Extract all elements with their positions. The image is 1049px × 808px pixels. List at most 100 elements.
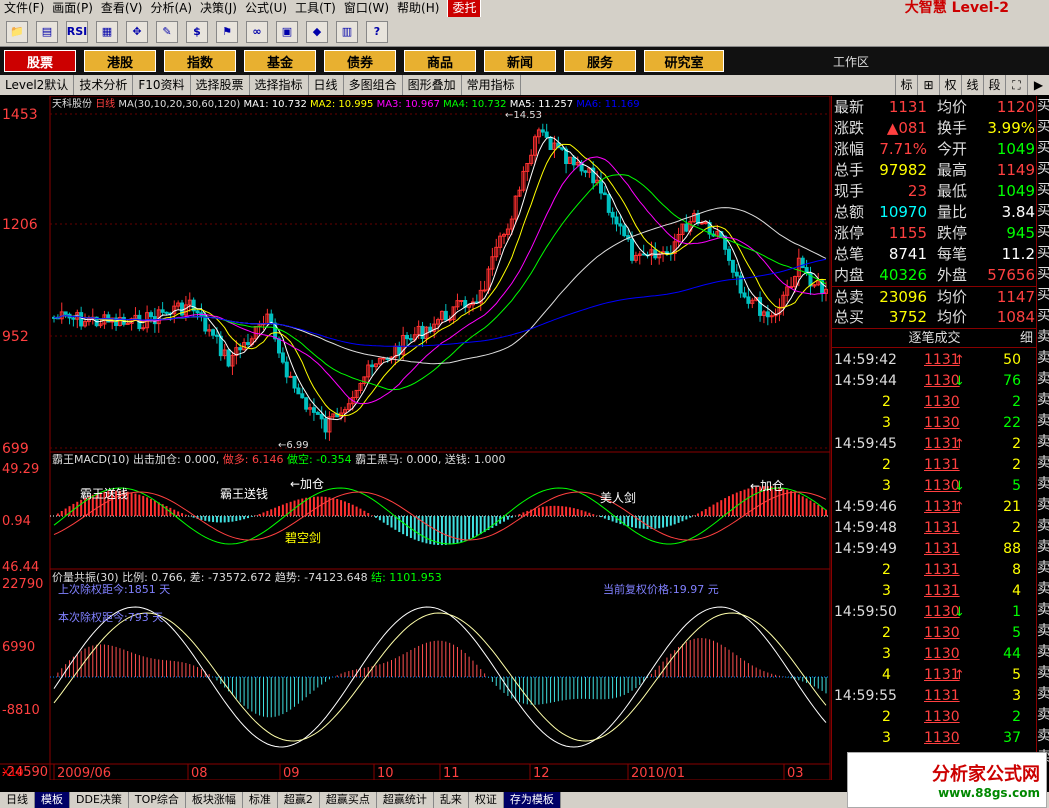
open-icon[interactable]: 📁 bbox=[6, 20, 28, 43]
dollar-icon[interactable]: $ bbox=[186, 20, 208, 43]
nav-button[interactable]: 商品 bbox=[404, 50, 476, 72]
calc-icon[interactable]: ▣ bbox=[276, 20, 298, 43]
tab-item[interactable]: 选择指标 bbox=[250, 75, 309, 95]
tab-item[interactable]: 技术分析 bbox=[74, 75, 134, 95]
menu-item[interactable]: 文件(F) bbox=[0, 0, 48, 17]
chart-icon[interactable]: ▤ bbox=[36, 20, 58, 43]
bottom-tab[interactable]: 板块涨幅 bbox=[186, 792, 243, 808]
bottom-tab[interactable]: 权证 bbox=[469, 792, 504, 808]
binoculars-icon[interactable]: ∞ bbox=[246, 20, 268, 43]
nav-button[interactable]: 服务 bbox=[564, 50, 636, 72]
tab-item[interactable]: 常用指标 bbox=[462, 75, 521, 95]
tick-time: 2 bbox=[882, 394, 891, 410]
side-cell: 卖 bbox=[1037, 663, 1049, 684]
bottom-tab[interactable]: DDE决策 bbox=[70, 792, 129, 808]
candle-body bbox=[622, 225, 627, 237]
candle-body bbox=[443, 310, 448, 321]
menu-bar: 文件(F) 画面(P) 查看(V) 分析(A) 决策(J) 公式(U) 工具(T) 窗口(W)… bbox=[0, 0, 1049, 18]
nav-button[interactable]: 指数 bbox=[164, 50, 236, 72]
flag-icon[interactable]: ⚑ bbox=[216, 20, 238, 43]
menu-item[interactable]: 画面(P) bbox=[48, 0, 97, 17]
side-cell: 卖 bbox=[1037, 642, 1049, 663]
right-tab[interactable]: ⛶ bbox=[1005, 75, 1027, 95]
move-icon[interactable]: ✥ bbox=[126, 20, 148, 43]
quote-value: 945 bbox=[1006, 224, 1035, 242]
tab-item[interactable]: 图形叠加 bbox=[403, 75, 462, 95]
help-icon[interactable]: ? bbox=[366, 20, 388, 43]
tab-item[interactable]: Level2默认 bbox=[0, 75, 75, 95]
macd-tick: 0.94 bbox=[2, 514, 31, 529]
bottom-tab[interactable]: 模板 bbox=[35, 792, 70, 808]
side-cell: 买 bbox=[1037, 306, 1049, 327]
right-tab[interactable]: 权 bbox=[939, 75, 961, 95]
menu-item[interactable]: 决策(J) bbox=[196, 0, 241, 17]
side-cell: 卖 bbox=[1037, 453, 1049, 474]
grid-icon[interactable]: ▦ bbox=[96, 20, 118, 43]
table-icon[interactable]: ▥ bbox=[336, 20, 358, 43]
right-tab[interactable]: ▶ bbox=[1027, 75, 1049, 95]
tick-row: 2 1130 5 bbox=[832, 623, 1037, 644]
right-tab[interactable]: 段 bbox=[983, 75, 1005, 95]
tick-arrow: ↑ bbox=[954, 437, 965, 452]
nav-button[interactable]: 基金 bbox=[244, 50, 316, 72]
side-cell: 卖 bbox=[1037, 726, 1049, 747]
menu-item[interactable]: 工具(T) bbox=[291, 0, 340, 17]
menu-item[interactable]: 查看(V) bbox=[97, 0, 147, 17]
stock-chart[interactable]: 1453 1206 952 699 49.29 0.94 46.44 22790 6990 -88… bbox=[0, 96, 831, 780]
bottom-tab[interactable]: 乱来 bbox=[434, 792, 469, 808]
x-tick: 2010/01 bbox=[631, 766, 685, 780]
tab-item[interactable]: F10资料 bbox=[133, 75, 191, 95]
rsi-icon[interactable]: RSI bbox=[66, 20, 88, 43]
quote-row: 涨停 1155 跌停 945 bbox=[832, 223, 1037, 244]
bottom-tab[interactable]: 超赢买点 bbox=[320, 792, 377, 808]
nav-button[interactable]: 债券 bbox=[324, 50, 396, 72]
bottom-tab[interactable]: 超赢统计 bbox=[377, 792, 434, 808]
menu-item[interactable]: 帮助(H) bbox=[393, 0, 443, 17]
bottom-tab[interactable]: 超赢2 bbox=[278, 792, 320, 808]
nav-button[interactable]: 新闻 bbox=[484, 50, 556, 72]
tab-item[interactable]: 多图组合 bbox=[344, 75, 403, 95]
nav-button[interactable]: 股票 bbox=[4, 50, 76, 72]
bottom-tab[interactable]: 存为模板 bbox=[503, 792, 561, 808]
quote-value: 1084 bbox=[996, 308, 1035, 326]
bottom-tab[interactable]: TOP综合 bbox=[129, 792, 186, 808]
tab-item[interactable]: 日线 bbox=[309, 75, 344, 95]
bottom-tab[interactable]: 日线 bbox=[0, 792, 35, 808]
tick-price: 1131 bbox=[924, 520, 960, 536]
tick-row: 14:59:49 1131 88 bbox=[832, 539, 1037, 560]
tick-time: 14:59:48 bbox=[834, 520, 897, 536]
candle-body bbox=[79, 312, 84, 327]
x-tick: 11 bbox=[443, 766, 460, 780]
ruler-icon[interactable]: ✎ bbox=[156, 20, 178, 43]
quote-panel: 最新 1131 均价 1120 涨跌 ▲081 换手 3.99% 涨幅 7.71% 今开 1049 总手… bbox=[831, 96, 1037, 780]
menu-item[interactable]: 公式(U) bbox=[241, 0, 291, 17]
candle-body bbox=[544, 131, 549, 138]
ma-line bbox=[53, 143, 827, 416]
tick-time: 2 bbox=[882, 457, 891, 473]
macd-tick: 49.29 bbox=[2, 462, 39, 477]
right-tab[interactable]: 线 bbox=[961, 75, 983, 95]
quote-row: 总笔 8741 每笔 11.2 bbox=[832, 244, 1037, 265]
vol-tick: 6990 bbox=[2, 640, 35, 655]
right-tab[interactable]: 标 bbox=[895, 75, 917, 95]
right-tab[interactable]: ⊞ bbox=[917, 75, 939, 95]
bottom-tab[interactable]: 标准 bbox=[243, 792, 278, 808]
workspace-label[interactable]: 工作区 bbox=[833, 53, 869, 70]
diamond-icon[interactable]: ◆ bbox=[306, 20, 328, 43]
nav-button[interactable]: 港股 bbox=[84, 50, 156, 72]
price-tick: 1206 bbox=[2, 217, 38, 233]
tab-item[interactable]: 选择股票 bbox=[191, 75, 250, 95]
tick-time: 4 bbox=[882, 667, 891, 683]
quote-label: 现手 bbox=[834, 182, 865, 200]
tick-volume: 37 bbox=[1003, 730, 1021, 746]
menu-item[interactable]: 分析(A) bbox=[146, 0, 196, 17]
nav-button[interactable]: 研究室 bbox=[644, 50, 724, 72]
tick-row: 4 1131 ↑ 5 bbox=[832, 665, 1037, 686]
candle-body bbox=[71, 317, 76, 320]
candle-body bbox=[203, 314, 208, 332]
candle-body bbox=[311, 407, 316, 413]
menu-item[interactable]: 委托 bbox=[447, 0, 482, 18]
quote-value: ▲081 bbox=[886, 119, 927, 137]
menu-item[interactable]: 窗口(W) bbox=[340, 0, 393, 17]
quote-value: 23 bbox=[907, 182, 927, 200]
